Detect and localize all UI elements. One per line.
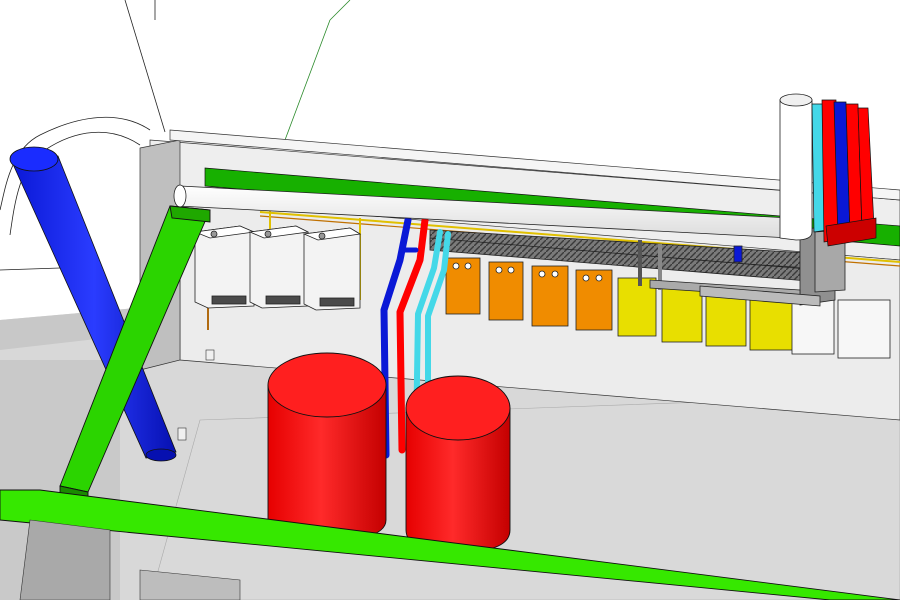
- tank-left: [267, 352, 387, 541]
- unit-6: [661, 283, 703, 343]
- boiler-2: [248, 225, 310, 309]
- unit-3: [531, 265, 569, 327]
- boiler-1: [193, 225, 256, 309]
- unit-4: [575, 269, 613, 331]
- unit-10: [837, 299, 891, 359]
- unit-2: [488, 261, 524, 321]
- unit-1: [445, 257, 481, 315]
- plant-room-3d-scene: [0, 0, 900, 600]
- boilers: [193, 225, 362, 311]
- tank-right: [405, 375, 511, 553]
- vertical-colored-pipes: [811, 99, 877, 247]
- unit-9: [791, 297, 835, 355]
- boiler-3: [302, 227, 362, 311]
